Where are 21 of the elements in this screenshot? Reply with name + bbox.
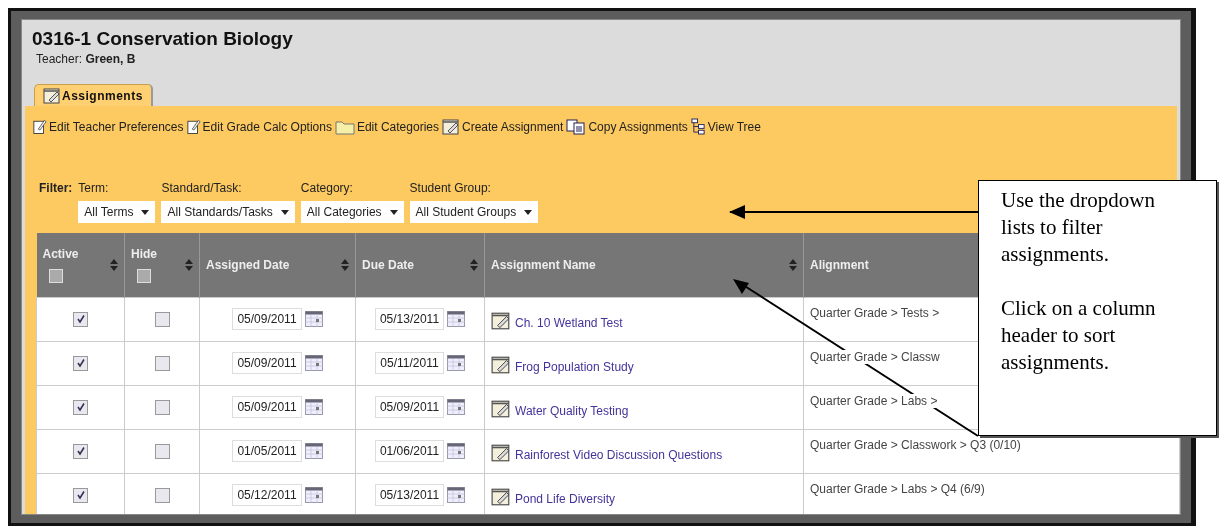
- column-title: Hide: [131, 246, 157, 261]
- column-title: Alignment: [810, 257, 869, 272]
- alignment-text: Quarter Grade > Labs > Q4 (6/9): [810, 481, 985, 496]
- callout-text: Use the dropdown lists to filter assignments.: [1001, 187, 1156, 268]
- column-title: Assignment Name: [491, 257, 596, 272]
- filter-field-label: Student Group:: [409, 181, 492, 195]
- alignment-text: Quarter Grade > Labs >: [810, 393, 938, 408]
- filter-field-label: Standard/Task:: [161, 181, 243, 195]
- teacher-name: Green, B: [85, 52, 136, 66]
- callout-text: Click on a column header to sort assignments.: [1001, 295, 1157, 376]
- column-title: Due Date: [362, 257, 414, 272]
- alignment-text: Quarter Grade > Classwork > Q3 (0/10): [810, 437, 1021, 452]
- column-title: Assigned Date: [206, 257, 290, 272]
- alignment-text: Quarter Grade > Classw: [810, 349, 940, 364]
- filter-field-label: Category:: [300, 181, 354, 195]
- filter-field-label: Term:: [78, 181, 110, 195]
- teacher-label: Teacher:: [36, 52, 83, 66]
- course-title: 0316-1 Conservation Biology: [32, 28, 294, 50]
- filter-label: Filter:: [39, 181, 73, 195]
- column-title: Active: [42, 246, 79, 261]
- alignment-text: Quarter Grade > Tests >: [810, 305, 940, 320]
